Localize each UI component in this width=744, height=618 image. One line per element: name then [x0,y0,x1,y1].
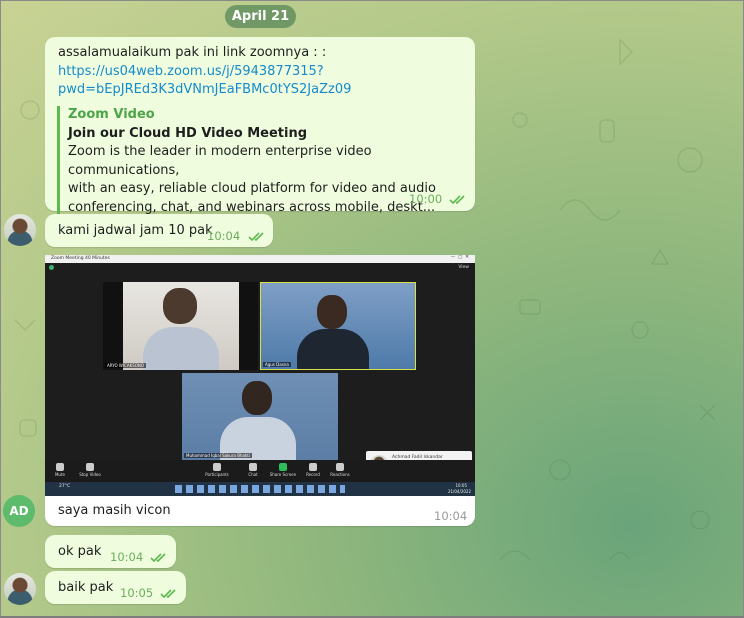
zoom-mute-button: Mute [45,463,75,477]
message-text: saya masih vicon [58,503,171,518]
read-ticks-icon [160,589,176,599]
avatar[interactable] [4,573,36,605]
zoom-window-controls: — ▢ ✕ [450,255,469,260]
zoom-record-button: Record [298,463,328,477]
preview-site-name: Zoom Video [68,107,155,122]
taskbar-weather: 27°C [59,484,71,489]
message-text: ok pak [58,544,102,559]
zoom-toolbar: Mute Stop Video Participants Chat Share … [45,460,475,482]
message-bubble[interactable]: saya masih vicon 10:04 [45,496,475,526]
avatar[interactable] [4,214,36,246]
zoom-stop-video-button: Stop Video [75,463,105,477]
zoom-view-label: View [458,265,469,270]
read-ticks-icon [449,195,465,205]
taskbar-clock: 10:05 [455,483,467,488]
participant-name: Agus Dasna [263,362,291,367]
zoom-link-line-1[interactable]: https://us04web.zoom.us/j/5943877315? [58,63,351,81]
message-time: 10:05 [120,586,154,600]
zoom-link-line-2[interactable]: pwd=bEpJREd3K3dVNmJEaFBMc0tYS2JaZz09 [58,81,351,99]
message-time: 10:04 [434,509,468,523]
message-time: 10:04 [110,550,144,564]
participant-name: Muhammad Iqbal Sakura Bhakti [184,453,252,458]
read-ticks-icon [248,232,264,242]
participant-name: ARYO WICAKSONO [105,363,147,368]
zoom-link[interactable]: https://us04web.zoom.us/j/5943877315? pw… [58,63,351,99]
message-bubble[interactable]: baik pak 10:05 [45,571,186,604]
zoom-window-title: Zoom Meeting 40 Minutes [51,256,110,261]
video-tile-active-speaker: Agus Dasna [260,282,416,370]
read-ticks-icon [150,553,166,563]
message-bubble[interactable]: assalamualaikum pak ini link zoomnya : :… [45,37,475,217]
zoom-screenshot-image[interactable]: Zoom Meeting 40 Minutes — ▢ ✕ View ARYO … [45,255,475,496]
preview-title: Join our Cloud HD Video Meeting [68,125,308,141]
message-bubble[interactable]: kami jadwal jam 10 pak 10:04 [45,214,273,247]
zoom-participants-button: Participants [202,463,232,477]
message-time: 10:04 [207,229,241,243]
zoom-shield-icon [49,265,54,270]
message-text: kami jadwal jam 10 pak [58,223,213,238]
taskbar-app-icons [175,485,345,493]
zoom-window-titlebar: Zoom Meeting 40 Minutes — ▢ ✕ [45,255,475,263]
video-tile: Muhammad Iqbal Sakura Bhakti [182,373,338,460]
avatar[interactable]: AD [3,495,35,527]
message-time: 10:00 [409,192,443,206]
message-text: baik pak [58,580,114,595]
zoom-reactions-button: Reactions [325,463,355,477]
message-bubble[interactable]: ok pak 10:04 [45,535,176,568]
preview-description-1: Zoom is the leader in modern enterprise … [68,144,372,178]
windows-taskbar: 27°C 10:05 21/04/2022 [45,482,475,496]
message-text: assalamualaikum pak ini link zoomnya : : [58,45,327,60]
video-tile: ARYO WICAKSONO [103,282,258,370]
taskbar-date: 21/04/2022 [447,489,471,494]
date-separator: April 21 [225,5,296,28]
zoom-share-screen-button: Share Screen [268,463,298,477]
zoom-chat-button: Chat [238,463,268,477]
